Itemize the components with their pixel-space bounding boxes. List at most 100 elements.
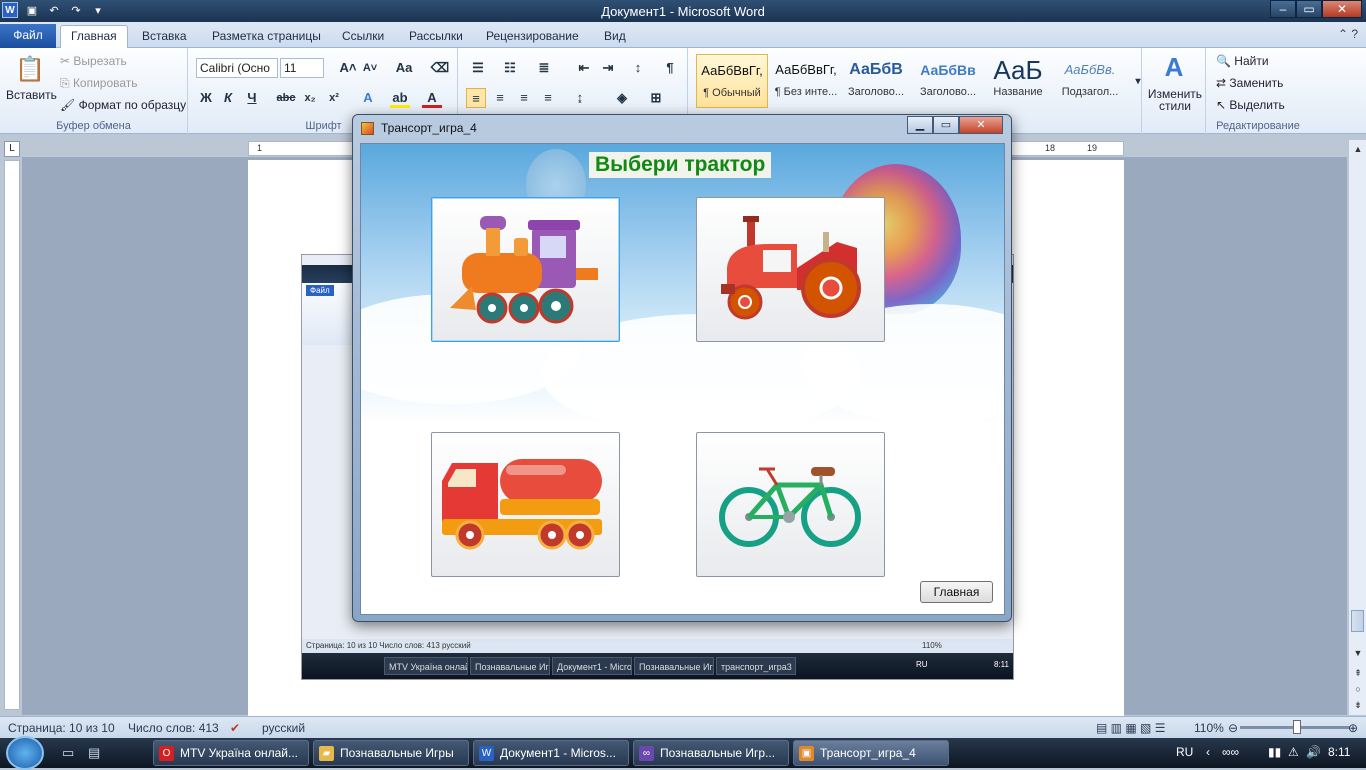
browse-object-icon[interactable]: ○ <box>1352 684 1364 696</box>
home-button[interactable]: Главная <box>920 581 993 603</box>
maximize-button[interactable]: ▭ <box>1296 0 1322 18</box>
clock[interactable]: 8:11 <box>1328 745 1350 759</box>
bullets-icon[interactable]: ☰ <box>468 58 488 78</box>
tab-file[interactable]: Файл <box>0 24 56 48</box>
highlight-icon[interactable]: ab <box>390 88 410 108</box>
paste-button[interactable]: Вставить <box>6 88 57 102</box>
borders-icon[interactable]: ⊞ <box>646 88 666 108</box>
grow-font-icon[interactable]: A˄ <box>338 58 358 78</box>
train-card[interactable] <box>431 197 620 342</box>
increase-indent-icon[interactable]: ⇥ <box>598 58 618 78</box>
tray-app-icon[interactable]: ∞∞ <box>1222 745 1239 759</box>
next-page-icon[interactable]: ⇟ <box>1352 700 1364 712</box>
change-case-icon[interactable]: Aa <box>394 58 414 78</box>
style-no-spacing[interactable]: АаБбВвГг, ¶ Без инте... <box>770 54 842 108</box>
style-title[interactable]: АаБ Название <box>982 54 1054 108</box>
show-desktop-icon[interactable]: ▭ <box>62 745 74 761</box>
tractor-card[interactable] <box>696 197 885 342</box>
tab-view[interactable]: Вид <box>594 26 636 48</box>
change-styles-icon[interactable]: A <box>1158 52 1190 82</box>
superscript-icon[interactable]: x² <box>324 88 344 108</box>
underline-icon[interactable]: Ч <box>242 88 262 108</box>
align-right-icon[interactable]: ≡ <box>514 88 534 108</box>
view-mode-icons[interactable]: ▤ ▥ ▦ ▧ ☰ <box>1096 721 1165 735</box>
tab-review[interactable]: Рецензирование <box>476 26 589 48</box>
decrease-indent-icon[interactable]: ⇤ <box>574 58 594 78</box>
spelling-check-icon[interactable]: ✔ <box>230 721 240 735</box>
text-effects-icon[interactable]: A <box>358 88 378 108</box>
replace-button[interactable]: ⇄ Заменить <box>1216 76 1283 90</box>
zoom-slider-thumb[interactable] <box>1293 720 1301 734</box>
cut-button[interactable]: ✂ Вырезать <box>60 54 127 68</box>
game-close-button[interactable]: ✕ <box>959 116 1003 134</box>
taskbar-item-media[interactable]: ∞ Познавальные Игр... <box>633 740 789 766</box>
font-name-combo[interactable]: Calibri (Осно <box>196 58 278 78</box>
minimize-button[interactable]: – <box>1270 0 1296 18</box>
style-normal[interactable]: АаБбВвГг, ¶ Обычный <box>696 54 768 108</box>
align-center-icon[interactable]: ≡ <box>490 88 510 108</box>
style-heading-2[interactable]: АаБбВв Заголово... <box>912 54 984 108</box>
numbering-icon[interactable]: ☷ <box>500 58 520 78</box>
font-color-icon[interactable]: A <box>422 88 442 108</box>
bold-icon[interactable]: Ж <box>196 88 216 108</box>
italic-icon[interactable]: К <box>218 88 238 108</box>
font-size-combo[interactable]: 11 <box>280 58 324 78</box>
taskbar-item-label: MTV Україна онлай... <box>180 746 298 760</box>
sort-icon[interactable]: ↕ <box>628 58 648 78</box>
find-button[interactable]: 🔍 Найти <box>1216 54 1269 68</box>
language-indicator[interactable]: русский <box>262 721 305 735</box>
zoom-in-icon[interactable]: ⊕ <box>1348 721 1358 735</box>
shading-icon[interactable]: ◈ <box>612 88 632 108</box>
clear-formatting-icon[interactable]: ⌫ <box>430 58 450 78</box>
justify-icon[interactable]: ≡ <box>538 88 558 108</box>
tray-expand-icon[interactable]: ‹ <box>1206 745 1210 759</box>
zoom-level[interactable]: 110% <box>1194 721 1224 735</box>
format-painter-button[interactable]: 🖌 Формат по образцу <box>60 98 186 112</box>
switch-windows-icon[interactable]: ▤ <box>88 745 100 761</box>
tanker-truck-card[interactable] <box>431 432 620 577</box>
pilcrow-icon[interactable]: ¶ <box>660 58 680 78</box>
tab-home[interactable]: Главная <box>60 25 128 49</box>
help-icon[interactable]: ⌃ ? <box>1338 27 1358 41</box>
line-spacing-icon[interactable]: ↨ <box>570 88 590 108</box>
taskbar-item-word[interactable]: W Документ1 - Micros... <box>473 740 629 766</box>
start-button[interactable] <box>6 736 44 770</box>
tab-page-layout[interactable]: Разметка страницы <box>202 26 331 48</box>
tab-selector-button[interactable]: L <box>4 141 20 157</box>
tab-insert[interactable]: Вставка <box>132 26 197 48</box>
scroll-thumb[interactable] <box>1351 610 1364 632</box>
scroll-down-icon[interactable]: ▼ <box>1352 648 1364 660</box>
game-maximize-button[interactable]: ▭ <box>933 116 959 134</box>
tray-network-icon[interactable]: ▮▮ <box>1268 745 1281 759</box>
close-button[interactable]: ✕ <box>1322 0 1362 18</box>
word-count[interactable]: Число слов: 413 <box>128 721 219 735</box>
vertical-scrollbar[interactable]: ▲ ▼ ⇞ ○ ⇟ <box>1348 140 1366 715</box>
align-left-icon[interactable]: ≡ <box>466 88 486 108</box>
style-subtitle[interactable]: АаБбВв. Подзагол... <box>1054 54 1126 108</box>
multilevel-list-icon[interactable]: ≣ <box>534 58 554 78</box>
taskbar-item-game[interactable]: ▣ Трансорт_игра_4 <box>793 740 949 766</box>
subscript-icon[interactable]: x₂ <box>300 88 320 108</box>
vertical-ruler[interactable] <box>4 160 20 710</box>
zoom-out-icon[interactable]: ⊖ <box>1228 721 1238 735</box>
taskbar-item-opera[interactable]: O MTV Україна онлай... <box>153 740 309 766</box>
copy-button[interactable]: ⎘ Копировать <box>60 76 138 91</box>
style-heading-1[interactable]: АаБбВ Заголово... <box>840 54 912 108</box>
ribbon-tabs: Файл Главная Вставка Разметка страницы С… <box>0 22 1366 49</box>
tab-mailings[interactable]: Рассылки <box>399 26 473 48</box>
tab-references[interactable]: Ссылки <box>332 26 394 48</box>
page-count[interactable]: Страница: 10 из 10 <box>8 721 115 735</box>
volume-icon[interactable]: 🔊 <box>1306 745 1321 759</box>
prev-page-icon[interactable]: ⇞ <box>1352 668 1364 680</box>
scroll-up-icon[interactable]: ▲ <box>1352 144 1364 156</box>
game-minimize-button[interactable]: ▁ <box>907 116 933 134</box>
language-bar[interactable]: RU <box>1176 745 1193 759</box>
tray-warning-icon[interactable]: ⚠ <box>1288 745 1299 759</box>
shrink-font-icon[interactable]: A˅ <box>360 58 380 78</box>
bicycle-card[interactable] <box>696 432 885 577</box>
taskbar-item-folder[interactable]: ▰ Познавальные Игры <box>313 740 469 766</box>
change-styles-button[interactable]: Изменить стили <box>1146 88 1204 112</box>
paste-icon[interactable]: 📋 <box>14 54 46 86</box>
strikethrough-icon[interactable]: abc <box>276 88 296 108</box>
select-button[interactable]: ↖ Выделить <box>1216 98 1285 112</box>
